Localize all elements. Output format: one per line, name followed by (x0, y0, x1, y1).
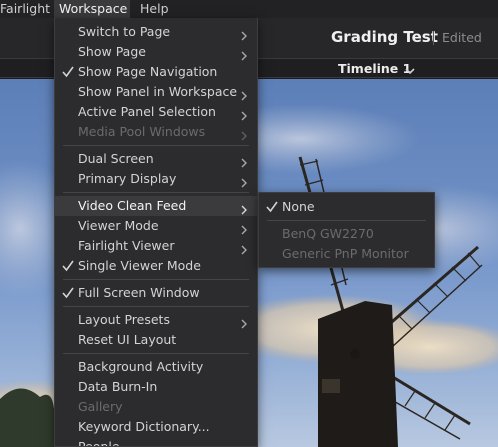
chevron-right-icon (239, 107, 249, 121)
video-clean-feed-submenu: None BenQ GW2270 Generic PnP Monitor (258, 192, 435, 268)
menu-item-label: Fairlight Viewer (78, 238, 175, 253)
submenu-item-generic-pnp-monitor: Generic PnP Monitor (259, 244, 434, 264)
menu-item-label: Switch to Page (78, 24, 171, 39)
menu-item-label: Video Clean Feed (78, 198, 187, 213)
menu-item-label: Dual Screen (78, 151, 154, 166)
project-status: Edited (442, 30, 482, 45)
menu-fairlight[interactable]: Fairlight (0, 0, 52, 18)
check-icon (61, 62, 75, 82)
chevron-right-icon (239, 201, 249, 215)
project-title: Grading Test (331, 28, 438, 46)
menu-item-label: Active Panel Selection (78, 104, 216, 119)
menu-item-primary-display[interactable]: Primary Display (55, 169, 257, 189)
workspace-menu: Switch to Page Show Page Show Page Navig… (54, 18, 258, 447)
chevron-right-icon (239, 87, 249, 101)
chevron-right-icon (239, 315, 249, 329)
menu-workspace[interactable]: Workspace (54, 0, 130, 18)
menu-item-label: Viewer Mode (78, 218, 159, 233)
menu-separator (63, 306, 249, 307)
menu-item-viewer-mode[interactable]: Viewer Mode (55, 216, 257, 236)
menu-item-label: Gallery (78, 399, 123, 414)
menu-item-show-panel-in-workspace[interactable]: Show Panel in Workspace (55, 82, 257, 102)
chevron-right-icon (239, 47, 249, 61)
chevron-right-icon (239, 127, 249, 141)
menu-item-layout-presets[interactable]: Layout Presets (55, 310, 257, 330)
menu-separator (63, 279, 249, 280)
menu-item-switch-to-page[interactable]: Switch to Page (55, 22, 257, 42)
menu-item-label: Show Page (78, 44, 146, 59)
menu-item-media-pool-windows: Media Pool Windows (55, 122, 257, 142)
menu-item-label: Background Activity (78, 359, 204, 374)
menu-item-show-page[interactable]: Show Page (55, 42, 257, 62)
chevron-right-icon (239, 241, 249, 255)
menu-item-people[interactable]: People (55, 437, 257, 447)
submenu-item-none[interactable]: None (259, 197, 434, 217)
check-icon (61, 256, 75, 276)
menu-help[interactable]: Help (140, 0, 169, 18)
menu-item-background-activity[interactable]: Background Activity (55, 357, 257, 377)
menu-item-video-clean-feed[interactable]: Video Clean Feed (55, 196, 257, 216)
menu-item-data-burn-in[interactable]: Data Burn-In (55, 377, 257, 397)
submenu-item-benq-gw2270: BenQ GW2270 (259, 224, 434, 244)
menu-item-active-panel-selection[interactable]: Active Panel Selection (55, 102, 257, 122)
chevron-right-icon (239, 174, 249, 188)
menu-item-label: Keyword Dictionary... (78, 419, 210, 434)
menu-item-label: Single Viewer Mode (78, 258, 201, 273)
menu-item-label: Show Page Navigation (78, 64, 218, 79)
menu-item-reset-ui-layout[interactable]: Reset UI Layout (55, 330, 257, 350)
menu-item-dual-screen[interactable]: Dual Screen (55, 149, 257, 169)
menu-item-label: People (78, 439, 120, 447)
menu-item-label: Full Screen Window (78, 285, 200, 300)
menu-item-label: Data Burn-In (78, 379, 158, 394)
check-icon (61, 283, 75, 303)
menu-item-label: Show Panel in Workspace (78, 84, 238, 99)
header-divider (433, 31, 434, 45)
menu-item-single-viewer-mode[interactable]: Single Viewer Mode (55, 256, 257, 276)
menu-item-gallery: Gallery (55, 397, 257, 417)
chevron-right-icon (239, 27, 249, 41)
timeline-selector[interactable]: Timeline 1 (338, 61, 411, 76)
chevron-right-icon (239, 221, 249, 235)
menu-separator (63, 353, 249, 354)
menu-item-label: Primary Display (78, 171, 177, 186)
menu-item-full-screen-window[interactable]: Full Screen Window (55, 283, 257, 303)
menu-item-label: Reset UI Layout (78, 332, 177, 347)
submenu-item-label: Generic PnP Monitor (282, 246, 409, 261)
check-icon (265, 197, 279, 217)
menu-separator (63, 145, 249, 146)
menu-item-label: Layout Presets (78, 312, 170, 327)
menu-item-keyword-dictionary[interactable]: Keyword Dictionary... (55, 417, 257, 437)
menu-item-fairlight-viewer[interactable]: Fairlight Viewer (55, 236, 257, 256)
chevron-right-icon (239, 154, 249, 168)
menu-item-show-page-navigation[interactable]: Show Page Navigation (55, 62, 257, 82)
menu-separator (267, 220, 426, 221)
menu-item-label: Media Pool Windows (78, 124, 206, 139)
menu-separator (63, 192, 249, 193)
submenu-item-label: None (282, 199, 315, 214)
menubar: Fairlight Workspace Help (0, 0, 498, 18)
submenu-item-label: BenQ GW2270 (282, 226, 374, 241)
